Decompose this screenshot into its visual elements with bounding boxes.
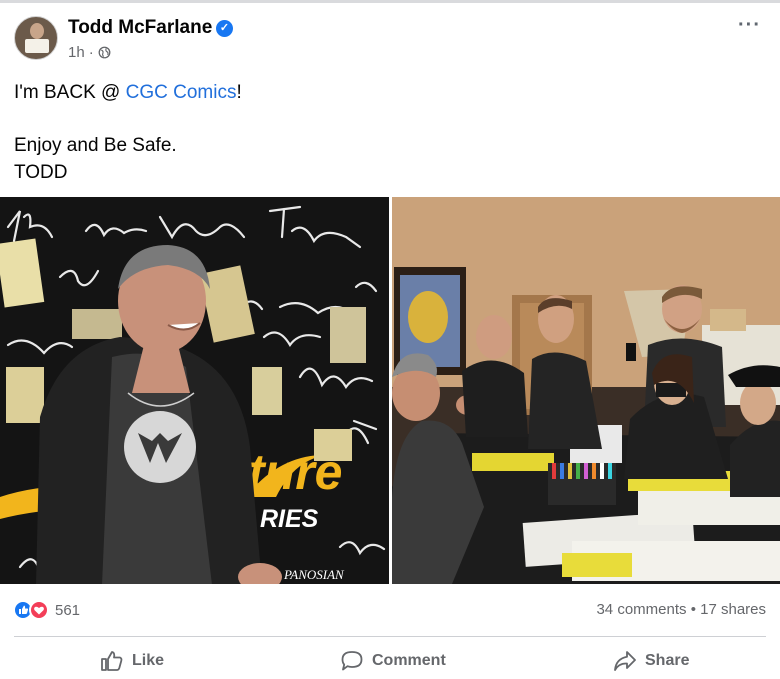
mention-link[interactable]: CGC Comics <box>126 82 237 103</box>
post-text-line-1: I'm BACK @ CGC Comics! <box>14 82 242 104</box>
like-button[interactable]: Like <box>100 650 164 672</box>
like-label: Like <box>132 652 165 669</box>
comment-label: Comment <box>372 652 446 669</box>
share-button[interactable]: Share <box>613 650 689 672</box>
reactions-summary[interactable]: 561 <box>13 600 80 620</box>
post-text-prefix: I'm BACK @ <box>14 82 126 103</box>
avatar[interactable] <box>14 16 58 60</box>
meta-separator: · <box>88 44 94 61</box>
photo-signature-wall[interactable]: ture RIES PANOSIAN <box>0 197 389 584</box>
love-reaction-icon <box>29 600 49 620</box>
post-time[interactable]: 1h <box>68 44 85 61</box>
more-options-icon[interactable]: ··· <box>738 14 761 37</box>
comment-button[interactable]: Comment <box>340 650 446 672</box>
thumbs-up-icon <box>101 651 123 671</box>
reaction-count: 561 <box>55 601 81 619</box>
post-text-suffix: ! <box>236 82 242 103</box>
post-text-line-3: TODD <box>14 162 68 183</box>
signature-wall-illustration: ture RIES PANOSIAN <box>0 197 389 584</box>
share-icon <box>614 651 636 671</box>
shares-count[interactable]: 17 shares <box>700 601 766 618</box>
avatar-face <box>30 23 44 39</box>
engagement-stats: 34 comments • 17 shares <box>596 601 766 618</box>
comments-count[interactable]: 34 comments <box>596 601 686 618</box>
divider <box>14 636 766 637</box>
post-meta: 1h · <box>68 44 111 61</box>
author-name[interactable]: Todd McFarlane <box>68 17 212 39</box>
verified-badge-icon: ✓ <box>216 20 233 37</box>
globe-icon[interactable] <box>98 46 111 59</box>
stats-separator: • <box>690 601 696 618</box>
photo-signing-room[interactable] <box>392 197 780 584</box>
wall-text-ries: RIES <box>260 505 319 533</box>
top-border <box>0 0 780 3</box>
wall-text-panosian: PANOSIAN <box>283 567 345 582</box>
share-label: Share <box>645 652 690 669</box>
post-text-line-2: Enjoy and Be Safe. <box>14 135 177 156</box>
avatar-sign <box>25 39 49 53</box>
signing-room-illustration <box>392 197 780 584</box>
comment-icon <box>341 651 363 671</box>
